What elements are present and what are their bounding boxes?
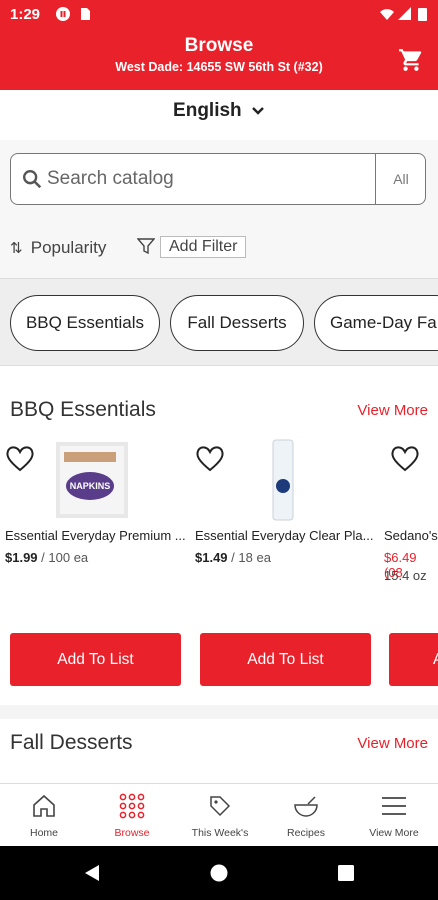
favorite-heart-icon[interactable] [4,442,36,474]
grid-dots-icon [119,793,145,819]
svg-text:NAPKINS: NAPKINS [70,481,111,491]
add-to-list-button[interactable]: Add To List [10,633,181,686]
nav-this-weeks[interactable]: This Week's [176,784,264,847]
sort-icon: ⇅ [10,240,23,257]
nav-label: View More [369,827,419,839]
home-circle-icon[interactable] [209,863,229,883]
cart-icon[interactable] [398,47,424,73]
wifi-icon [380,9,394,20]
menu-icon [382,797,406,815]
product-image-cups [272,439,294,521]
nav-browse[interactable]: Browse [88,784,176,847]
nav-view-more[interactable]: View More [350,784,438,847]
battery-icon [418,8,427,21]
category-chips: BBQ Essentials Fall Desserts Game-Day Fa [0,278,438,366]
nav-label: Recipes [287,827,325,839]
bottom-navigation: Home Browse This Week's Recipes View Mor… [0,783,438,846]
sd-card-icon [81,8,90,20]
system-navigation-bar [0,846,438,900]
search-filter-area: Search catalog All ⇅ Popularity Add Filt… [0,140,438,278]
search-icon [23,170,42,189]
status-time: 1:29 [10,6,41,23]
chip-fall-desserts[interactable]: Fall Desserts [170,295,304,351]
product-image-napkins: NAPKINS [56,442,128,518]
product-card[interactable]: NAPKINS Essential Everyday Premium ... $… [0,438,186,688]
search-input[interactable]: Search catalog [47,168,174,190]
filter-icon[interactable] [137,237,155,255]
status-bar: 1:29 [0,0,438,30]
tag-icon [210,796,231,817]
product-card[interactable]: Sedano's $6.49 (08 15.4 oz A [379,438,438,688]
add-filter-button[interactable]: Add Filter [160,236,247,258]
product-price: $1.49 / 18 ea [195,550,271,565]
product-name: Essential Everyday Clear Pla... [195,528,374,543]
product-price: $1.99 / 100 ea [5,550,89,565]
product-card[interactable]: Essential Everyday Clear Pla... $1.49 / … [190,438,376,688]
add-to-list-button[interactable]: A [389,633,438,686]
favorite-heart-icon[interactable] [389,442,421,474]
sort-label: Popularity [30,238,107,257]
pause-status-icon [56,7,70,21]
language-selector[interactable]: English [0,100,438,138]
favorite-heart-icon[interactable] [194,442,226,474]
language-label: English [173,100,242,121]
product-size: 15.4 oz [384,568,427,583]
section-title-bbq: BBQ Essentials [10,398,156,421]
section-divider [0,705,438,719]
view-more-bbq[interactable]: View More [357,402,428,419]
search-scope-button[interactable]: All [376,154,426,204]
chevron-down-icon [252,107,264,115]
nav-recipes[interactable]: Recipes [262,784,350,847]
add-to-list-button[interactable]: Add To List [200,633,371,686]
nav-label: This Week's [191,827,249,839]
nav-label: Home [29,827,58,839]
product-name: Sedano's [384,528,438,543]
store-location[interactable]: West Dade: 14655 SW 56th St (#32) [0,60,438,74]
home-icon [33,794,55,817]
chip-bbq-essentials[interactable]: BBQ Essentials [10,295,160,351]
nav-label: Browse [114,827,150,839]
signal-icon [398,7,411,20]
nav-home[interactable]: Home [0,784,88,847]
back-icon[interactable] [82,863,102,883]
product-name: Essential Everyday Premium ... [5,528,186,543]
recents-icon[interactable] [337,864,355,882]
section-title-fall-desserts: Fall Desserts [10,731,133,754]
page-title: Browse [184,35,254,56]
bowl-icon [294,796,318,817]
view-more-fall-desserts[interactable]: View More [357,735,428,752]
app-header: Browse West Dade: 14655 SW 56th St (#32) [0,30,438,90]
sort-control[interactable]: ⇅ Popularity [10,238,106,258]
search-bar[interactable]: Search catalog All [10,153,426,205]
chip-game-day[interactable]: Game-Day Fa [314,295,438,351]
